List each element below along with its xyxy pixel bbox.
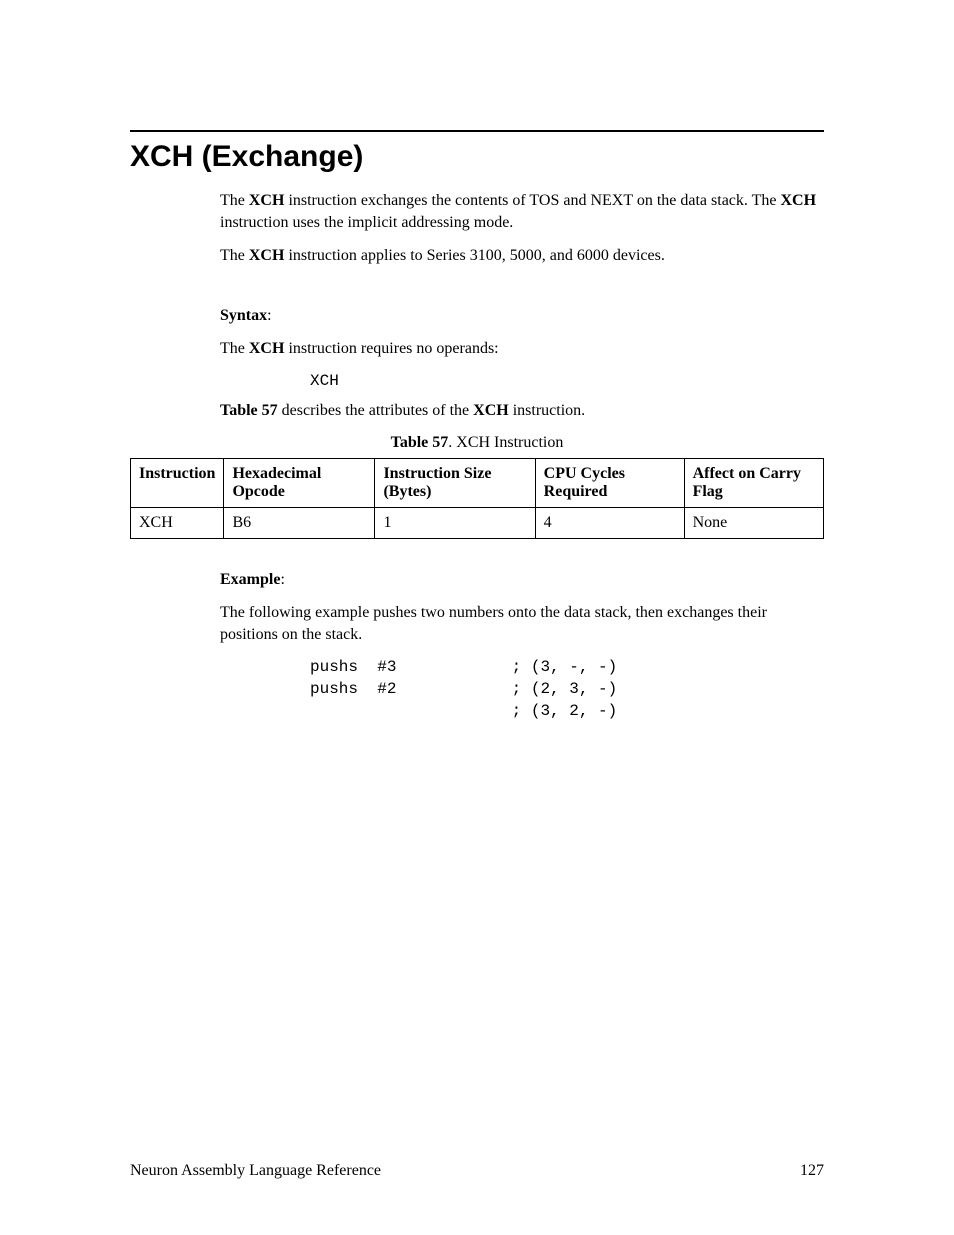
cell: 4 (535, 507, 684, 538)
syntax-code: XCH (310, 372, 824, 390)
text: : (280, 571, 284, 588)
text: instruction exchanges the contents of TO… (284, 192, 780, 209)
example-heading: Example: (220, 569, 824, 591)
text: : (267, 307, 271, 324)
cell: B6 (224, 507, 375, 538)
intro-paragraph-1: The XCH instruction exchanges the conten… (220, 190, 824, 233)
intro-paragraph-2: The XCH instruction applies to Series 31… (220, 245, 824, 267)
instruction-name: XCH (249, 192, 285, 209)
cell: XCH (131, 507, 224, 538)
example-code: pushs #3 ; (3, -, -) pushs #2 ; (2, 3, -… (310, 657, 824, 722)
col-header: Affect on Carry Flag (684, 458, 823, 507)
horizontal-rule (130, 130, 824, 132)
cell: None (684, 507, 823, 538)
body-content: The XCH instruction exchanges the conten… (220, 190, 824, 422)
example-text: The following example pushes two numbers… (220, 602, 824, 645)
col-header: Instruction (131, 458, 224, 507)
instruction-name: XCH (249, 340, 285, 357)
table-reference: Table 57 describes the attributes of the… (220, 400, 824, 422)
text: instruction. (509, 402, 585, 419)
col-header: Hexadecimal Opcode (224, 458, 375, 507)
text: describes the attributes of the (278, 402, 474, 419)
col-header: CPU Cycles Required (535, 458, 684, 507)
page-number: 127 (800, 1162, 824, 1180)
table-ref-label: Table 57 (220, 402, 278, 419)
table-number: Table 57 (391, 434, 449, 451)
text: instruction requires no operands: (284, 340, 498, 357)
page-footer: Neuron Assembly Language Reference 127 (130, 1162, 824, 1180)
text: instruction applies to Series 3100, 5000… (284, 247, 664, 264)
label: Syntax (220, 307, 267, 324)
table-row: XCH B6 1 4 None (131, 507, 824, 538)
text: instruction uses the implicit addressing… (220, 214, 513, 231)
table-header-row: Instruction Hexadecimal Opcode Instructi… (131, 458, 824, 507)
cell: 1 (375, 507, 535, 538)
instruction-table: Instruction Hexadecimal Opcode Instructi… (130, 458, 824, 539)
instruction-name: XCH (249, 247, 285, 264)
syntax-text: The XCH instruction requires no operands… (220, 338, 824, 360)
text: The (220, 340, 249, 357)
instruction-name: XCH (780, 192, 816, 209)
example-section: Example: The following example pushes tw… (220, 569, 824, 723)
col-header: Instruction Size (Bytes) (375, 458, 535, 507)
text: The (220, 247, 249, 264)
footer-title: Neuron Assembly Language Reference (130, 1162, 381, 1180)
text: The (220, 192, 249, 209)
section-heading: XCH (Exchange) (130, 140, 824, 174)
instruction-name: XCH (473, 402, 509, 419)
page: XCH (Exchange) The XCH instruction excha… (0, 0, 954, 1235)
table-caption: Table 57. XCH Instruction (130, 434, 824, 452)
table-title: . XCH Instruction (448, 434, 563, 451)
syntax-heading: Syntax: (220, 305, 824, 327)
label: Example (220, 571, 280, 588)
